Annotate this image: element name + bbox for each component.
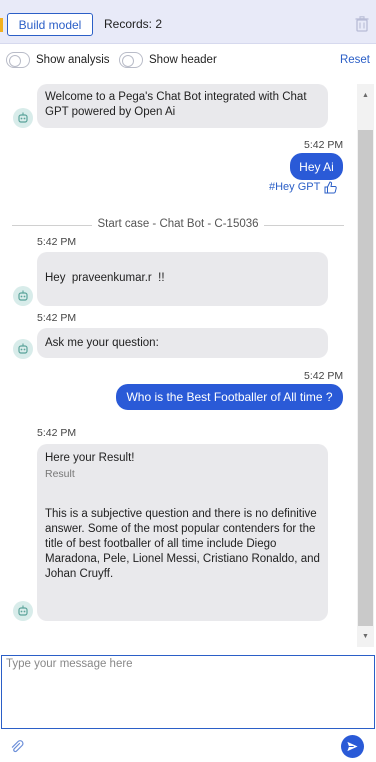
message-text: Welcome to a Pega's Chat Bot integrated … [45,91,307,118]
records-count: 2 [155,17,163,31]
bot-message-welcome: Welcome to a Pega's Chat Bot integrated … [37,84,328,128]
reset-link[interactable]: Reset [340,54,370,66]
message-text: Hey Ai [299,159,334,174]
options-row: Show analysis Show header Reset [0,44,376,76]
records-label: Records: [104,17,153,31]
message-time: 5:42 PM [37,236,77,248]
send-button[interactable] [341,735,364,758]
top-toolbar: Build model Records: 2 [0,0,376,44]
show-analysis-label: Show analysis [36,54,110,66]
records-counter: Records: 2 [104,17,162,31]
message-time: 5:42 PM [37,427,77,439]
message-time: 5:42 PM [304,370,344,382]
build-model-button[interactable]: Build model [7,13,93,36]
trash-icon[interactable] [355,16,369,32]
message-text: Who is the Best Footballer of All time ? [126,390,333,404]
result-title: Here your Result! [45,452,135,464]
accent-marker [0,18,3,32]
bot-message-greeting: Hey praveenkumar.r !! [37,252,328,306]
paperclip-icon[interactable] [10,740,24,754]
bot-avatar-icon [13,601,33,621]
scroll-down-arrow[interactable]: ▼ [358,629,373,643]
hashtag-link[interactable]: #Hey GPT [269,181,320,193]
result-subtitle: Result [45,468,75,480]
thumbs-up-icon[interactable] [324,181,337,194]
show-header-toggle[interactable] [119,52,143,68]
result-text: This is a subjective question and there … [45,508,320,580]
bot-message-result: Here your Result! Result This is a subje… [37,444,328,621]
user-message-question: Who is the Best Footballer of All time ? [116,384,343,410]
bot-avatar-icon [13,339,33,359]
user-message-hey: Hey Ai [290,153,343,180]
scrollbar-thumb[interactable] [358,130,373,626]
message-input[interactable] [2,656,374,728]
message-time: 5:42 PM [37,312,77,324]
bot-avatar-icon [13,108,33,128]
bot-avatar-icon [13,286,33,306]
show-header-label: Show header [149,54,217,66]
show-analysis-toggle[interactable] [6,52,30,68]
message-composer [1,655,375,729]
bot-message-prompt: Ask me your question: [37,328,328,358]
case-divider-label: Start case - Chat Bot - C-15036 [92,218,264,230]
message-time: 5:42 PM [304,139,344,151]
case-divider: Start case - Chat Bot - C-15036 [0,218,356,230]
send-icon [347,741,358,752]
message-text: Hey praveenkumar.r !! [45,272,165,284]
scroll-up-arrow[interactable]: ▲ [358,88,373,102]
message-text: Ask me your question: [45,337,159,349]
